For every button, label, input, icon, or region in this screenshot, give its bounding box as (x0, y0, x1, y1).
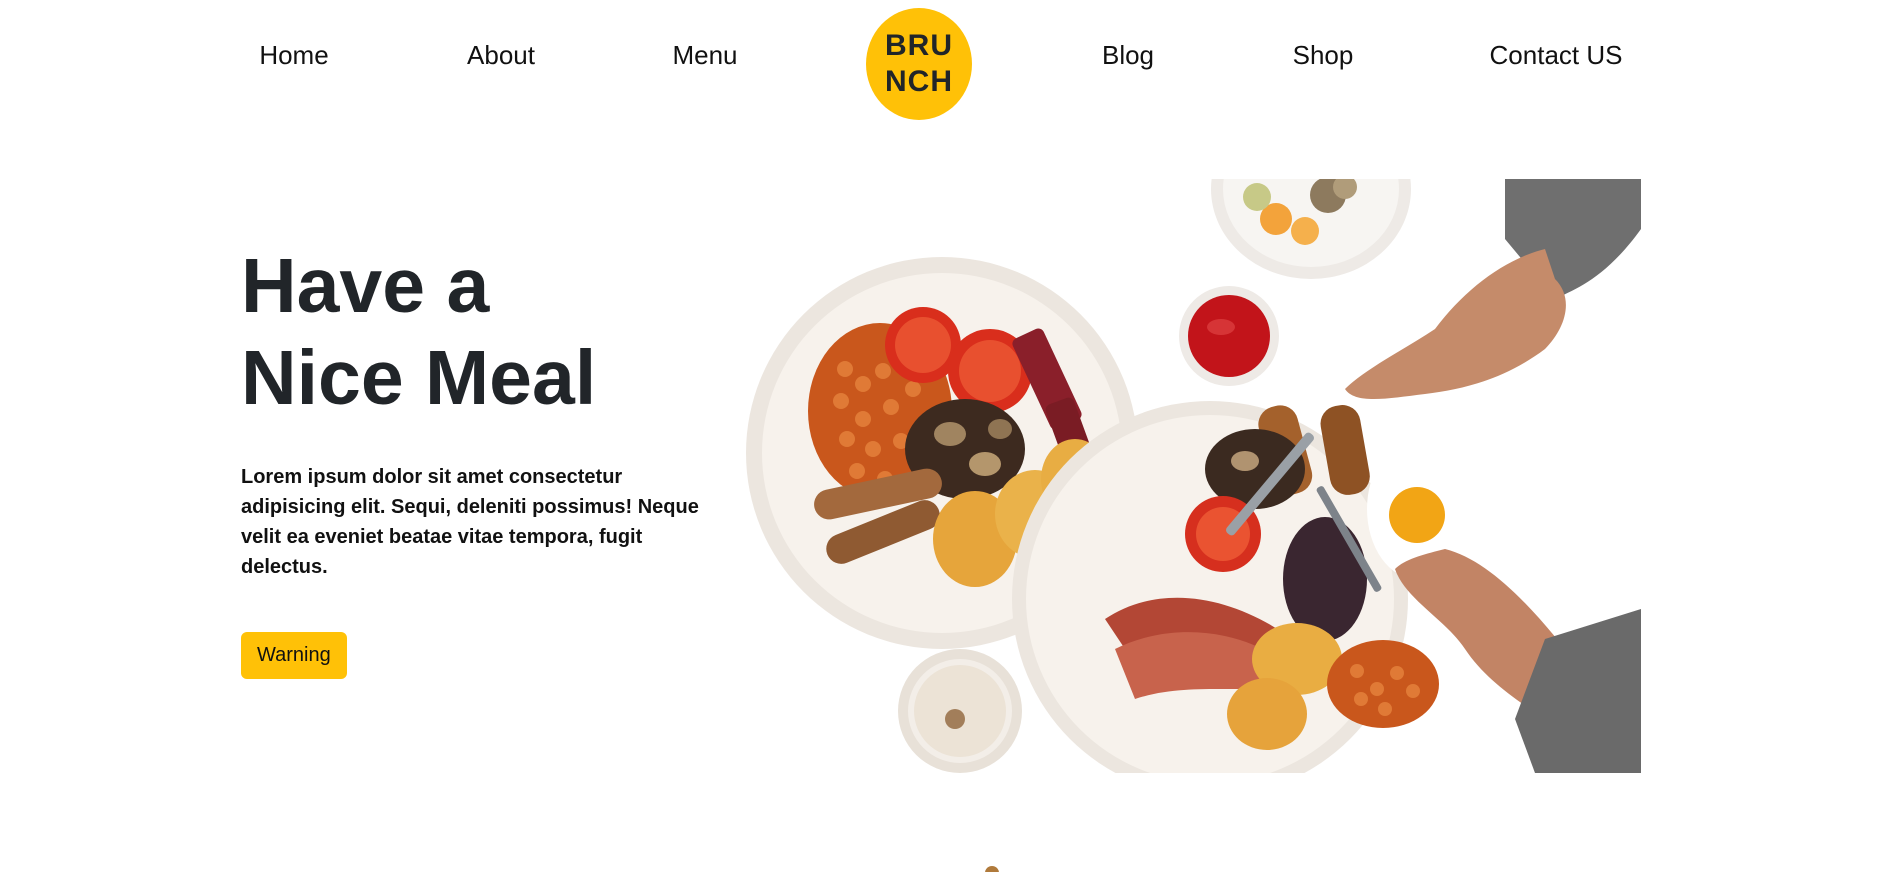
lower-hand (1395, 549, 1641, 773)
ketchup-bowl (1179, 286, 1279, 386)
hero-title-line-1: Have a (241, 243, 490, 329)
hero-title-line-2: Nice Meal (241, 335, 597, 421)
next-section-peek (985, 866, 999, 872)
coffee-cup (898, 649, 1022, 773)
brand-logo-text: BRU NCH (885, 28, 953, 100)
hero-breakfast-image (745, 179, 1641, 773)
fruit-bowl (1211, 179, 1411, 279)
nav-link-contact[interactable]: Contact US (1490, 40, 1623, 70)
hero-description: Lorem ipsum dolor sit amet consectetur a… (241, 466, 699, 578)
brand-logo-line-2: NCH (885, 65, 953, 98)
nav-link-menu[interactable]: Menu (672, 40, 737, 70)
nav-link-home[interactable]: Home (259, 40, 328, 70)
brand-logo[interactable]: BRU NCH (866, 8, 972, 120)
hero-title: Have a Nice Meal (241, 240, 701, 424)
nav-link-blog[interactable]: Blog (1102, 40, 1154, 70)
right-plate (1012, 401, 1467, 773)
warning-button[interactable]: Warning (241, 632, 347, 679)
nav-link-about[interactable]: About (467, 40, 535, 70)
brand-logo-line-1: BRU (885, 29, 953, 62)
page: Home About Menu BRU NCH Blog Shop Contac… (0, 0, 1885, 872)
nav-link-shop[interactable]: Shop (1293, 40, 1354, 70)
navbar: Home About Menu BRU NCH Blog Shop Contac… (0, 0, 1885, 125)
